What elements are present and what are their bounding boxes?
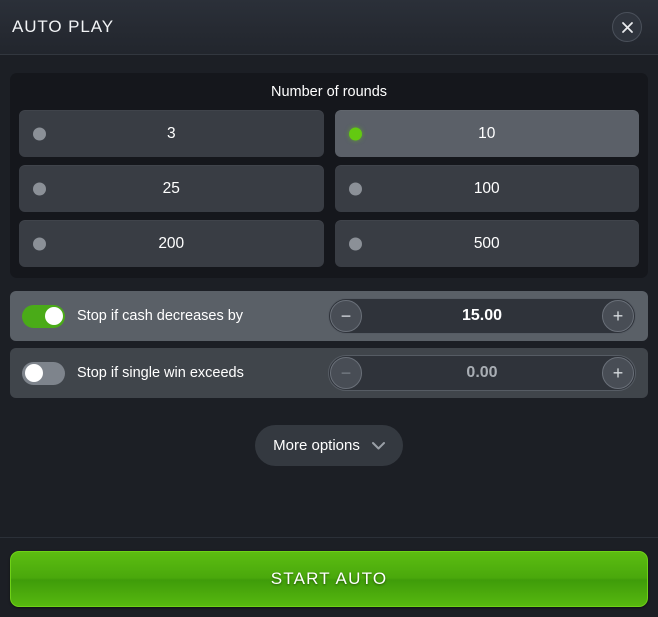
- rounds-option-grid: 3 10 25 100 200 500: [19, 110, 639, 267]
- toggle-knob: [44, 307, 63, 325]
- close-button[interactable]: [612, 12, 642, 42]
- cash-decrease-value[interactable]: 15.00: [329, 307, 635, 325]
- radio-dot-icon: [33, 237, 46, 250]
- auto-play-dialog: AUTO PLAY Number of rounds 3 10 25 100 2…: [0, 0, 658, 617]
- single-win-value[interactable]: 0.00: [329, 364, 635, 382]
- stop-if-single-win-label: Stop if single win exceeds: [77, 365, 244, 381]
- stop-if-single-win-row: Stop if single win exceeds − 0.00 +: [10, 348, 648, 398]
- round-option-10[interactable]: 10: [334, 110, 639, 157]
- plus-icon: +: [612, 306, 624, 326]
- minus-icon: −: [340, 363, 352, 383]
- number-of-rounds-panel: Number of rounds 3 10 25 100 200 500: [10, 73, 648, 278]
- round-option-label: 3: [166, 124, 176, 142]
- dialog-footer: START AUTO: [0, 537, 658, 617]
- round-option-label: 25: [162, 179, 180, 197]
- stop-conditions: Stop if cash decreases by − 15.00 + Stop…: [10, 291, 648, 405]
- chevron-down-icon: [371, 437, 385, 455]
- radio-dot-icon: [348, 127, 362, 140]
- page-title: AUTO PLAY: [12, 17, 114, 36]
- round-option-200[interactable]: 200: [19, 220, 324, 267]
- single-win-minus-button[interactable]: −: [330, 357, 362, 389]
- round-option-100[interactable]: 100: [334, 165, 639, 212]
- cash-decrease-plus-button[interactable]: +: [602, 300, 634, 332]
- plus-icon: +: [612, 363, 624, 383]
- round-option-label: 500: [473, 234, 500, 252]
- more-options-label: More options: [273, 437, 360, 454]
- round-option-3[interactable]: 3: [19, 110, 324, 157]
- radio-dot-icon: [348, 237, 362, 250]
- round-option-label: 100: [473, 179, 500, 197]
- dialog-body: Number of rounds 3 10 25 100 200 500 Sto…: [0, 55, 658, 537]
- stop-if-cash-decreases-row: Stop if cash decreases by − 15.00 +: [10, 291, 648, 341]
- cash-decrease-minus-button[interactable]: −: [330, 300, 362, 332]
- more-options-container: More options: [10, 425, 648, 466]
- stop-if-cash-decreases-label: Stop if cash decreases by: [77, 308, 244, 324]
- round-option-label: 10: [478, 124, 496, 142]
- cash-decrease-stepper: − 15.00 +: [328, 298, 636, 334]
- number-of-rounds-label: Number of rounds: [270, 84, 388, 100]
- radio-dot-icon: [33, 182, 46, 195]
- radio-dot-icon: [33, 127, 46, 140]
- radio-dot-icon: [348, 182, 362, 195]
- round-option-25[interactable]: 25: [19, 165, 324, 212]
- single-win-plus-button[interactable]: +: [602, 357, 634, 389]
- dialog-header: AUTO PLAY: [0, 0, 658, 55]
- single-win-stepper: − 0.00 +: [328, 355, 636, 391]
- stop-if-single-win-toggle[interactable]: [22, 361, 65, 385]
- minus-icon: −: [340, 306, 352, 326]
- round-option-500[interactable]: 500: [334, 220, 639, 267]
- round-option-label: 200: [158, 234, 185, 252]
- toggle-knob: [24, 364, 43, 382]
- more-options-button[interactable]: More options: [255, 425, 403, 466]
- stop-if-cash-decreases-toggle[interactable]: [22, 304, 65, 328]
- start-auto-label: START AUTO: [270, 569, 388, 588]
- start-auto-button[interactable]: START AUTO: [10, 551, 648, 607]
- close-icon: [620, 20, 635, 35]
